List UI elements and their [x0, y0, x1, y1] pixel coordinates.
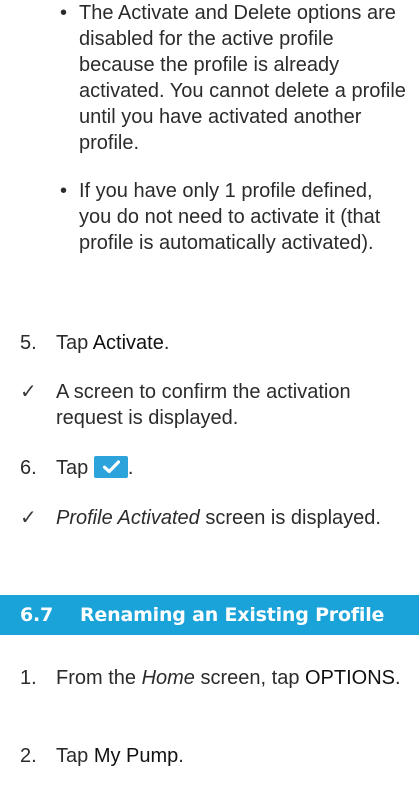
check-mark-icon: ✓: [20, 507, 37, 529]
confirm-button-icon: [93, 456, 128, 478]
step-prefix: Tap: [56, 457, 94, 479]
section-title: Renaming an Existing Profile: [80, 604, 385, 626]
step-suffix: .: [127, 457, 134, 479]
bullet-item: • If you have only 1 profile defined, yo…: [60, 178, 409, 256]
bullet-text: The Activate and Delete options are disa…: [79, 2, 406, 154]
section-heading: 6.7 Renaming an Existing Profile: [0, 595, 419, 635]
step-number: 5.: [20, 332, 37, 354]
bullet-item: • The Activate and Delete options are di…: [60, 0, 409, 156]
step-text: Tap Activate.: [56, 330, 411, 356]
check-mark-icon: ✓: [20, 381, 37, 403]
step-number: 6.: [20, 457, 37, 479]
bullet-dot: •: [60, 2, 68, 24]
my-pump-action: My Pump: [93, 745, 179, 767]
home-screen-name: Home: [141, 667, 195, 689]
result-text: Profile Activated screen is displayed.: [56, 505, 406, 531]
step-prefix: Tap: [56, 332, 93, 354]
screen-name: Profile Activated: [56, 507, 200, 529]
step-prefix: From the: [56, 667, 142, 689]
activate-action: Activate: [92, 332, 164, 354]
step-middle: screen, tap: [194, 667, 305, 689]
step-number: 1.: [20, 667, 37, 689]
section-number: 6.7: [20, 604, 54, 626]
step-suffix: .: [163, 332, 170, 354]
options-action: OPTIONS: [305, 667, 396, 689]
step-suffix: .: [395, 667, 401, 689]
result-text: A screen to confirm the activation reque…: [56, 381, 351, 429]
step-text: Tap My Pump.: [56, 743, 411, 769]
step-suffix: .: [178, 745, 184, 767]
result-suffix: screen is displayed.: [199, 507, 381, 529]
checkmark-icon: [102, 460, 120, 474]
step-text: From the Home screen, tap OPTIONS.: [56, 665, 411, 691]
step-text: Tap .: [56, 455, 411, 481]
step-prefix: Tap: [56, 745, 94, 767]
step-number: 2.: [20, 745, 37, 767]
bullet-text: If you have only 1 profile defined, you …: [79, 180, 381, 254]
bullet-dot: •: [60, 180, 68, 202]
